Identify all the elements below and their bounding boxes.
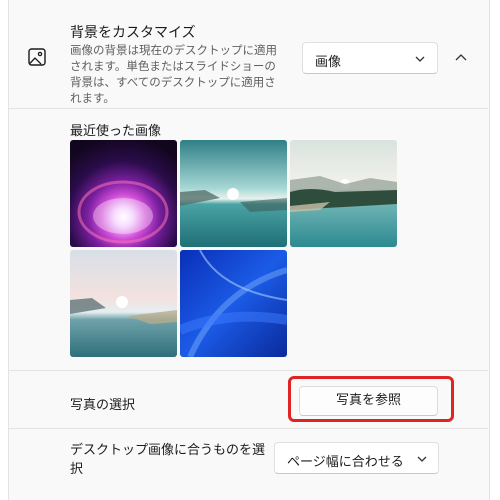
recent-image-thumbnail[interactable] (290, 140, 397, 247)
divider (8, 370, 488, 371)
fit-value: ページ幅に合わせる (287, 455, 404, 470)
choose-photo-label: 写真の選択 (70, 398, 136, 413)
divider (8, 428, 488, 429)
chevron-up-icon[interactable] (448, 45, 474, 71)
background-type-dropdown[interactable]: 画像 (302, 42, 438, 74)
recent-image-thumbnail[interactable] (70, 140, 177, 247)
image-icon (28, 48, 46, 66)
choose-fit-label: デスクトップ画像に合うものを選択 (70, 443, 266, 477)
chevron-down-icon (417, 456, 427, 462)
divider (8, 108, 488, 109)
fit-dropdown[interactable]: ページ幅に合わせる (274, 442, 439, 474)
recent-images-label: 最近使った画像 (70, 124, 162, 139)
recent-image-thumbnail[interactable] (180, 140, 287, 247)
personalize-background-description: 画像の背景は現在のデスクトップに適用されます。単色またはスライドショーの背景は、… (70, 43, 277, 105)
browse-photos-button[interactable]: 写真を参照 (299, 386, 438, 416)
recent-image-thumbnail[interactable] (180, 250, 287, 357)
background-type-value: 画像 (315, 55, 342, 70)
chevron-down-icon (415, 56, 425, 62)
personalize-background-title: 背景をカスタマイズ (70, 25, 196, 41)
recent-image-thumbnail[interactable] (70, 250, 177, 357)
